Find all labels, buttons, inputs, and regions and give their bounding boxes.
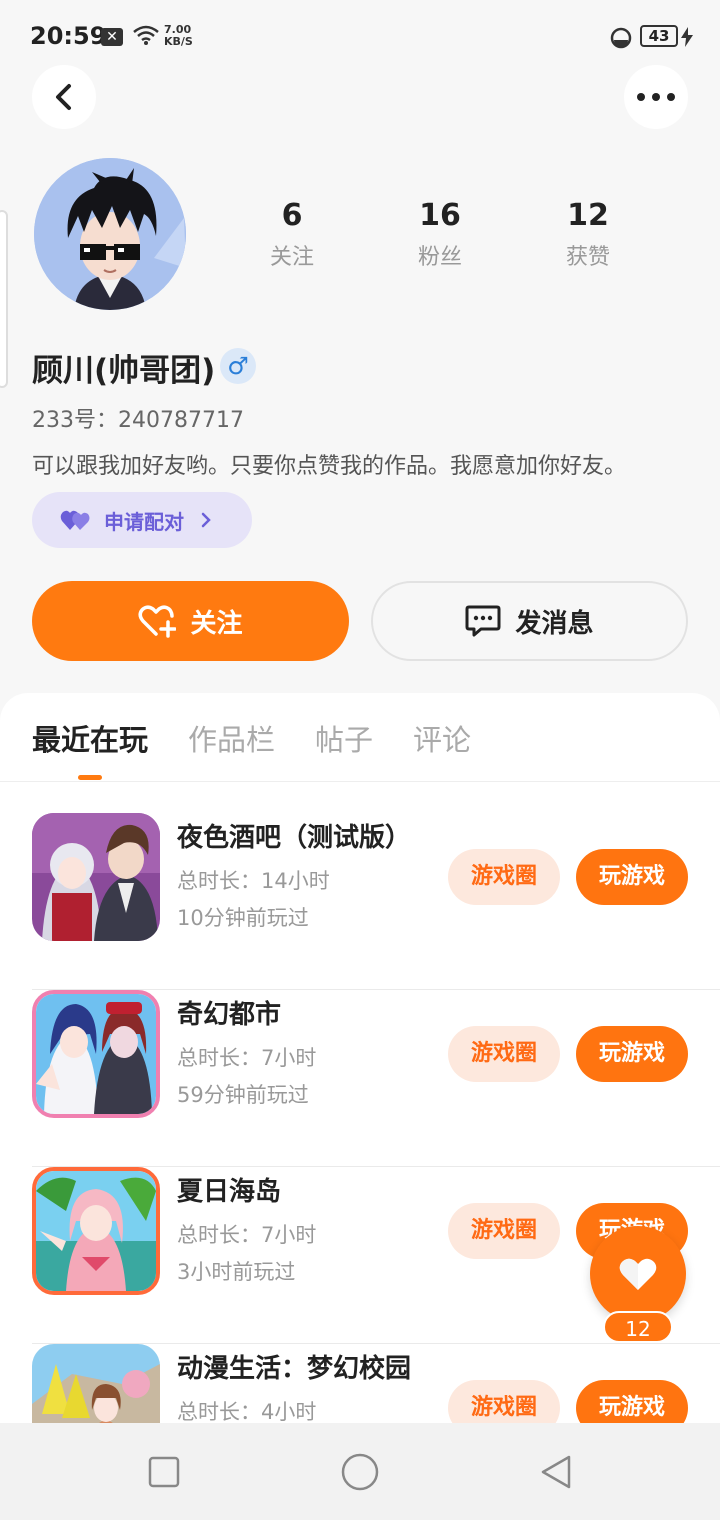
stat-value: 12 [567,198,609,233]
follow-button[interactable]: 关注 [32,581,349,661]
avatar[interactable] [34,158,186,310]
floating-like-button[interactable] [590,1226,686,1322]
speed-unit: KB/S [164,35,193,48]
game-duration: 总时长：14小时 [177,869,330,893]
battery-level: 43 [648,27,670,45]
follow-label: 关注 [190,608,243,639]
chat-icon [465,605,501,637]
stat-followers[interactable]: 16 粉丝 [380,198,500,271]
send-message-label: 发消息 [515,608,594,639]
game-last-played: 10分钟前玩过 [177,906,309,930]
game-last-played: 3小时前玩过 [177,1260,296,1284]
battery-icon: 43 [640,25,678,47]
square-nav-icon[interactable] [148,1456,180,1488]
list-item[interactable]: 奇幻都市 总时长：7小时 59分钟前玩过 游戏圈 玩游戏 [0,990,720,1167]
stat-value: 6 [281,198,303,233]
game-duration: 总时长：7小时 [177,1046,317,1070]
active-tab-indicator [78,775,102,780]
tab-divider [0,781,720,782]
game-title: 奇幻都市 [177,1000,282,1030]
play-game-button[interactable]: 玩游戏 [576,849,688,905]
stat-label: 粉丝 [417,245,462,270]
game-thumbnail[interactable] [32,813,160,941]
game-circle-button[interactable]: 游戏圈 [448,1026,560,1082]
status-bar: 20:59 ✕ 7.00 KB/S 43 [0,0,720,72]
avatar-image [34,158,186,310]
stat-value: 16 [419,198,461,233]
user-id: 233号：240787717 [32,408,244,433]
stat-label: 获赞 [565,245,610,270]
stat-label: 关注 [269,245,314,270]
game-thumbnail[interactable] [32,1167,160,1295]
like-count-badge: 12 [603,1311,673,1343]
side-drawer-handle[interactable] [0,210,8,388]
back-icon [56,84,71,110]
game-title: 夜色酒吧（测试版） [177,823,412,853]
more-icon [637,93,675,101]
send-message-button[interactable]: 发消息 [371,581,688,661]
game-last-played: 59分钟前玩过 [177,1083,309,1107]
game-circle-button[interactable]: 游戏圈 [448,849,560,905]
circle-nav-icon[interactable] [341,1453,379,1491]
game-title: 动漫生活：梦幻校园 [177,1354,412,1384]
tab-recently-played[interactable]: 最近在玩 [32,717,148,759]
profile-bio: 可以跟我加好友哟。只要你点赞我的作品。我愿意加你好友。 [32,454,627,479]
chevron-right-icon [201,512,211,528]
wifi-icon [133,25,159,45]
status-time: 20:59 [30,22,107,50]
notification-x-icon: ✕ [101,28,123,46]
stat-likes[interactable]: 12 获赞 [528,198,648,271]
game-duration: 总时长：7小时 [177,1223,317,1247]
tab-comments[interactable]: 评论 [413,717,471,759]
apply-match-label: 申请配对 [104,509,184,534]
game-thumbnail[interactable] [32,990,160,1118]
tab-posts[interactable]: 帖子 [315,717,373,759]
apply-match-button[interactable]: 申请配对 [32,492,252,548]
profile-name: 顾川(帅哥团) [32,353,216,389]
game-circle-button[interactable]: 游戏圈 [448,1203,560,1259]
male-icon: ♂ [220,348,256,384]
stat-following[interactable]: 6 关注 [232,198,352,271]
charging-icon [681,27,693,47]
network-speed: 7.00 KB/S [164,24,193,48]
back-button[interactable] [32,65,96,129]
double-heart-icon [60,510,90,530]
game-duration: 总时长：4小时 [177,1400,317,1424]
more-button[interactable] [624,65,688,129]
system-nav-bar [0,1423,720,1520]
do-not-disturb-icon [610,27,632,49]
triangle-back-nav-icon[interactable] [539,1454,573,1490]
tab-works[interactable]: 作品栏 [188,717,275,759]
heart-plus-icon [138,605,177,638]
heart-icon [619,1258,657,1290]
list-item[interactable]: 夜色酒吧（测试版） 总时长：14小时 10分钟前玩过 游戏圈 玩游戏 [0,813,720,990]
play-game-button[interactable]: 玩游戏 [576,1026,688,1082]
game-title: 夏日海岛 [177,1177,282,1207]
